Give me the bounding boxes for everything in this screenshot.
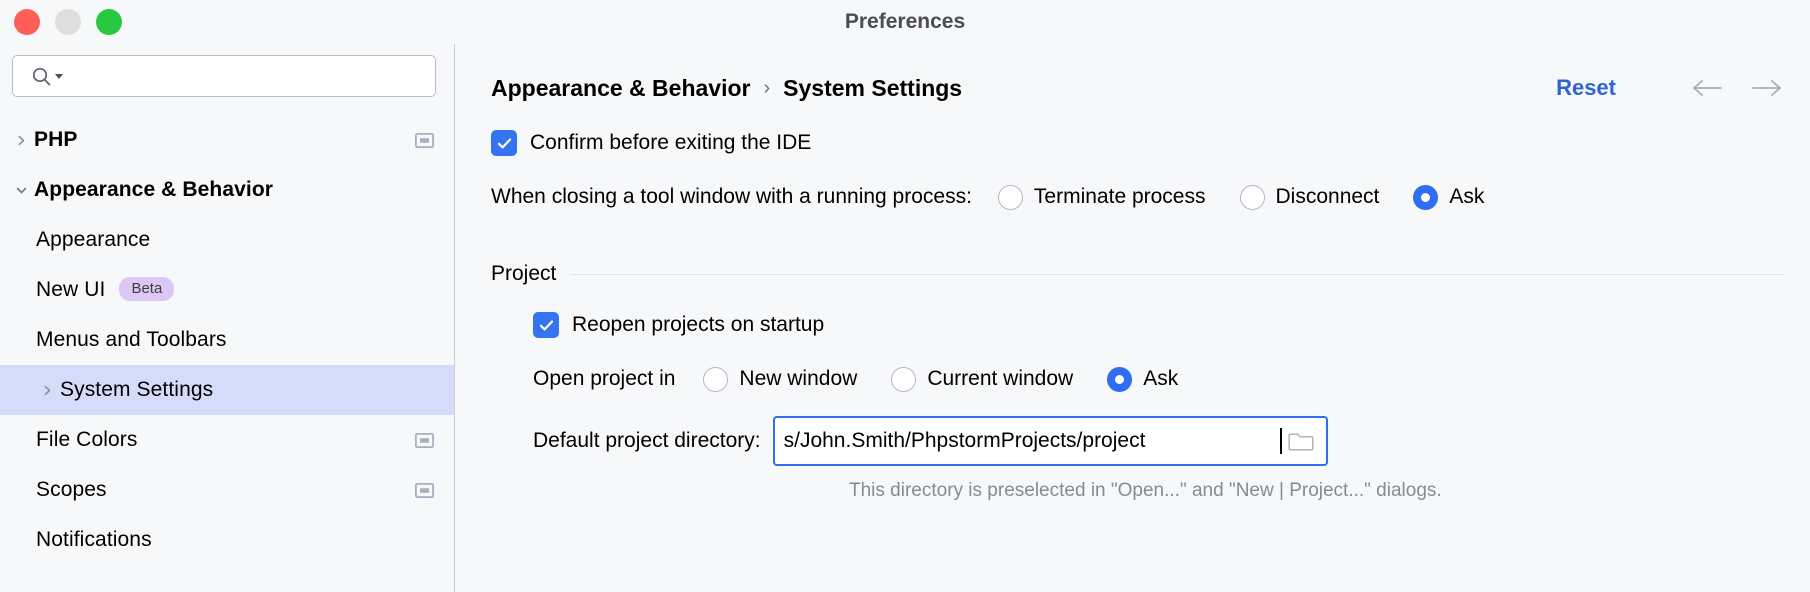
reset-button[interactable]: Reset <box>1556 75 1616 101</box>
zoom-window-button[interactable] <box>96 9 122 35</box>
window-title: Preferences <box>0 0 1810 44</box>
radio-new-window[interactable]: New window <box>703 367 857 392</box>
settings-sidebar: PHP Appearance & Behavior <box>0 44 455 592</box>
default-project-directory-label: Default project directory: <box>533 429 761 453</box>
folder-icon[interactable] <box>1284 429 1318 453</box>
search-icon[interactable] <box>32 67 64 86</box>
sidebar-item-file-colors[interactable]: File Colors <box>0 415 454 465</box>
open-project-in-row: Open project in New window Current windo… <box>533 358 1784 400</box>
chevron-down-icon[interactable] <box>8 184 34 197</box>
sidebar-item-new-ui[interactable]: New UI Beta <box>0 265 454 315</box>
breadcrumb: Appearance & Behavior › System Settings … <box>491 44 1784 116</box>
search-input[interactable] <box>64 56 425 96</box>
project-section-header: Project <box>491 262 1784 286</box>
radio-label: Ask <box>1143 367 1178 391</box>
radio-terminate-process[interactable]: Terminate process <box>998 185 1206 210</box>
tool-window-close-row: When closing a tool window with a runnin… <box>491 176 1784 218</box>
sidebar-item-label: New UI <box>36 278 105 302</box>
radio-label: New window <box>739 367 857 391</box>
search-area <box>0 44 454 105</box>
chevron-right-icon[interactable] <box>8 134 34 147</box>
open-project-in-label: Open project in <box>533 367 675 391</box>
arrow-left-icon[interactable] <box>1690 78 1724 98</box>
open-project-in-radio-group: New window Current window Ask <box>675 367 1178 392</box>
radio-button-selected[interactable] <box>1107 367 1132 392</box>
preferences-window: Preferences <box>0 0 1810 592</box>
project-section-body: Reopen projects on startup Open project … <box>491 304 1784 502</box>
reopen-projects-label[interactable]: Reopen projects on startup <box>572 313 824 337</box>
sidebar-item-appearance-and-behavior[interactable]: Appearance & Behavior <box>0 165 454 215</box>
radio-ask-open-project[interactable]: Ask <box>1107 367 1178 392</box>
default-project-directory-hint: This directory is preselected in "Open..… <box>849 480 1784 502</box>
sidebar-item-notifications[interactable]: Notifications <box>0 515 454 565</box>
sidebar-item-menus-and-toolbars[interactable]: Menus and Toolbars <box>0 315 454 365</box>
radio-button[interactable] <box>1240 185 1265 210</box>
sidebar-item-label: Notifications <box>36 528 152 552</box>
chevron-right-icon[interactable] <box>34 384 60 397</box>
radio-ask[interactable]: Ask <box>1413 185 1484 210</box>
radio-current-window[interactable]: Current window <box>891 367 1073 392</box>
confirm-exit-label[interactable]: Confirm before exiting the IDE <box>530 131 811 155</box>
confirm-exit-checkbox[interactable] <box>491 130 517 156</box>
sidebar-item-label: PHP <box>34 128 77 152</box>
project-scope-icon <box>415 133 434 148</box>
default-project-directory-value: s/John.Smith/PhpstormProjects/project <box>784 429 1279 453</box>
settings-main-panel: Appearance & Behavior › System Settings … <box>455 44 1810 592</box>
chevron-down-icon <box>54 71 64 81</box>
reopen-projects-row: Reopen projects on startup <box>533 304 1784 346</box>
settings-content: Confirm before exiting the IDE When clos… <box>491 116 1784 502</box>
radio-label: Terminate process <box>1034 185 1206 209</box>
radio-label: Ask <box>1449 185 1484 209</box>
sidebar-item-label: File Colors <box>36 428 137 452</box>
section-divider <box>570 274 1784 275</box>
traffic-lights <box>14 9 122 35</box>
tool-window-close-label: When closing a tool window with a runnin… <box>491 185 972 209</box>
text-cursor <box>1280 428 1282 454</box>
radio-label: Current window <box>927 367 1073 391</box>
default-project-directory-row: Default project directory: s/John.Smith/… <box>533 416 1784 466</box>
sidebar-item-system-settings[interactable]: System Settings <box>0 365 454 415</box>
sidebar-item-label: Appearance & Behavior <box>34 178 273 202</box>
section-title: Project <box>491 262 556 286</box>
radio-button[interactable] <box>891 367 916 392</box>
radio-button-selected[interactable] <box>1413 185 1438 210</box>
project-scope-icon <box>415 483 434 498</box>
title-bar: Preferences <box>0 0 1810 44</box>
project-scope-icon <box>415 433 434 448</box>
status-badge: Beta <box>119 277 174 301</box>
confirm-exit-row: Confirm before exiting the IDE <box>491 122 1784 164</box>
window-body: PHP Appearance & Behavior <box>0 44 1810 592</box>
search-field[interactable] <box>12 55 436 97</box>
sidebar-item-label: Appearance <box>36 228 150 252</box>
sidebar-item-php[interactable]: PHP <box>0 115 454 165</box>
minimize-window-button[interactable] <box>55 9 81 35</box>
arrow-right-icon[interactable] <box>1750 78 1784 98</box>
breadcrumb-parent[interactable]: Appearance & Behavior <box>491 75 750 102</box>
radio-disconnect[interactable]: Disconnect <box>1240 185 1380 210</box>
radio-button[interactable] <box>998 185 1023 210</box>
sidebar-item-label: System Settings <box>60 378 213 402</box>
radio-label: Disconnect <box>1276 185 1380 209</box>
tool-window-close-radio-group: Terminate process Disconnect Ask <box>972 185 1484 210</box>
sidebar-item-appearance[interactable]: Appearance <box>0 215 454 265</box>
sidebar-item-label: Menus and Toolbars <box>36 328 227 352</box>
radio-button[interactable] <box>703 367 728 392</box>
breadcrumb-separator-icon: › <box>763 77 770 100</box>
settings-tree: PHP Appearance & Behavior <box>0 105 454 592</box>
close-window-button[interactable] <box>14 9 40 35</box>
sidebar-item-label: Scopes <box>36 478 107 502</box>
sidebar-item-scopes[interactable]: Scopes <box>0 465 454 515</box>
reopen-projects-checkbox[interactable] <box>533 312 559 338</box>
default-project-directory-field[interactable]: s/John.Smith/PhpstormProjects/project <box>773 416 1328 466</box>
page-title: System Settings <box>783 75 962 102</box>
